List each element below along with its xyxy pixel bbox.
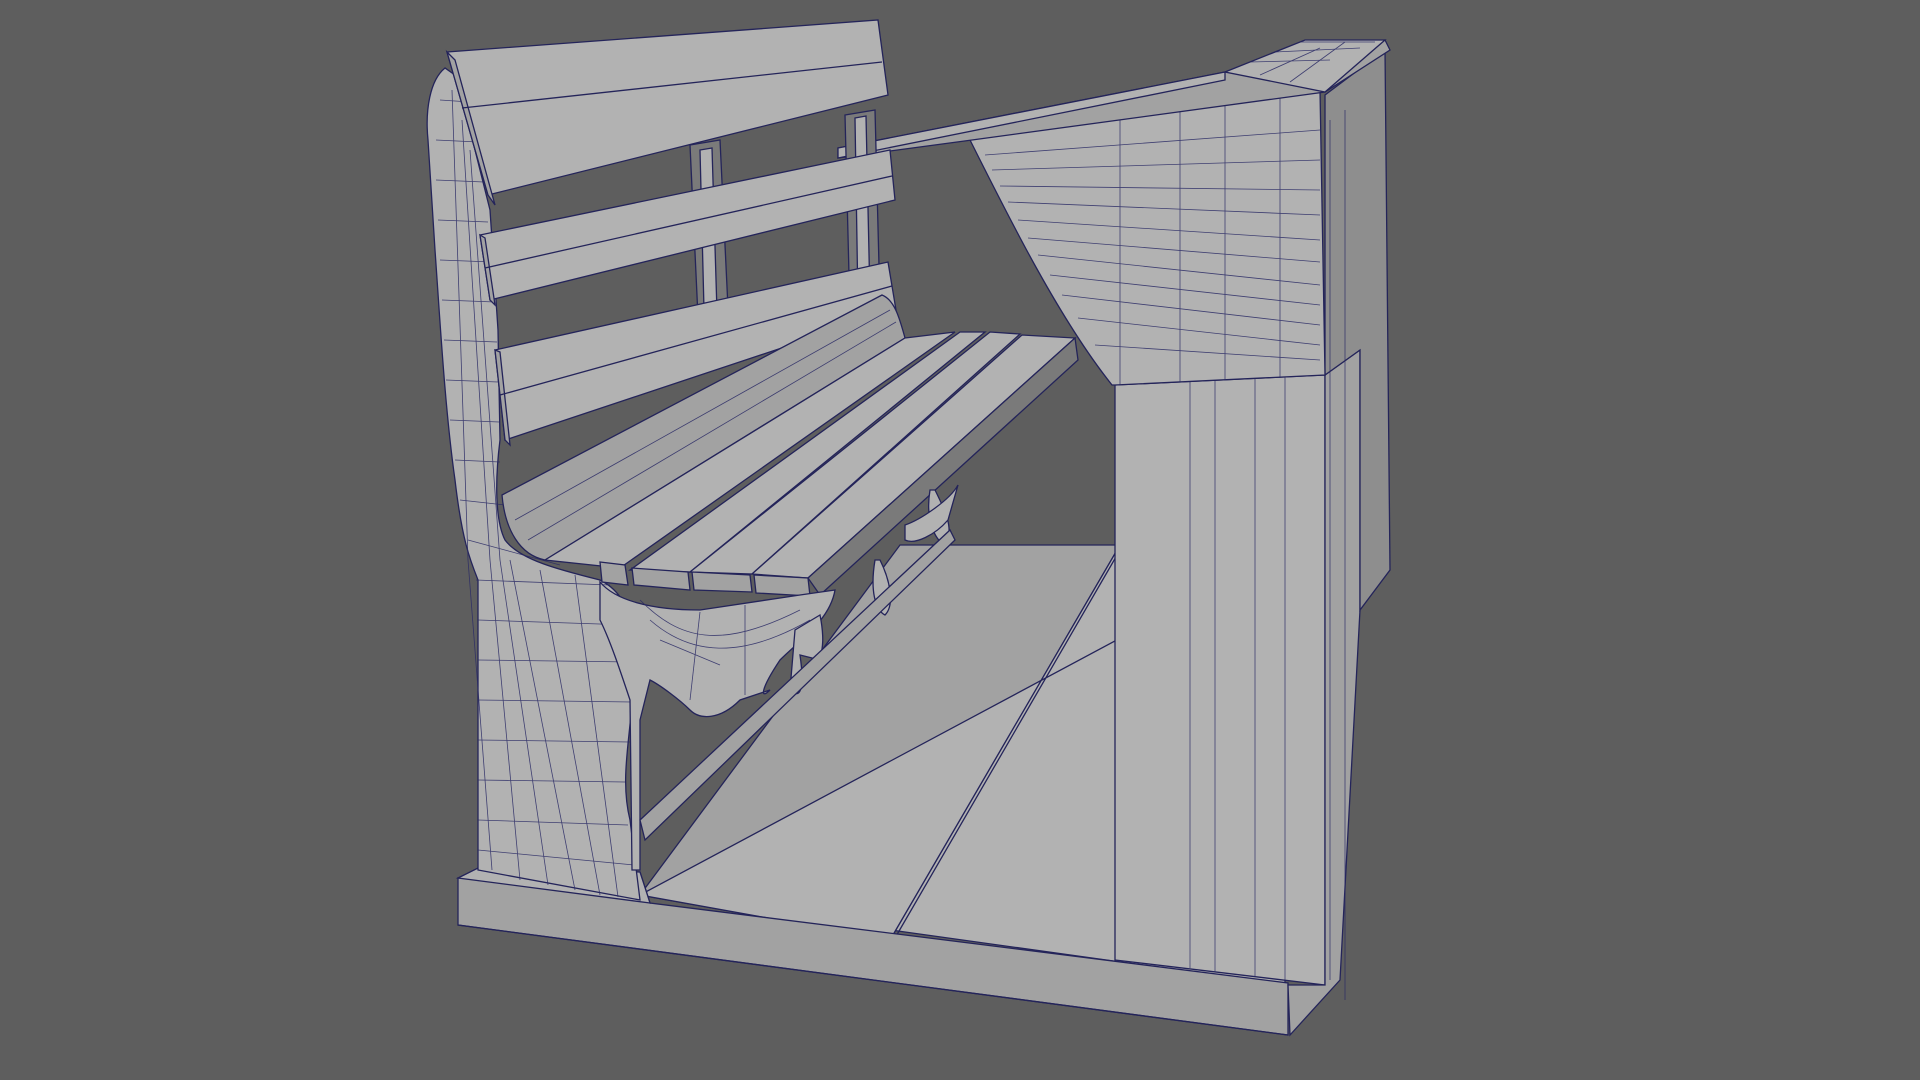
3d-viewport[interactable] [0, 0, 1920, 1080]
seat-slat-2-front [631, 567, 691, 591]
seat-slat-1-front [599, 561, 629, 586]
seat-slat-4-front [753, 574, 811, 597]
bench-model[interactable] [0, 0, 1920, 1080]
seat-slat-3-front [691, 571, 753, 593]
wall-pillar-front [1114, 374, 1326, 986]
